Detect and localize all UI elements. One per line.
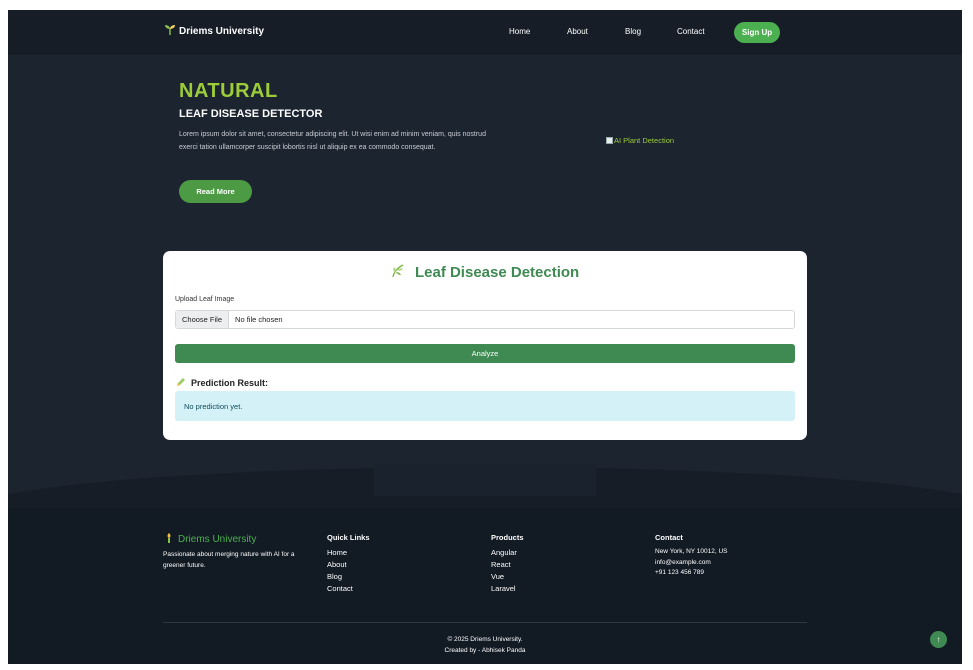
signup-button[interactable]: Sign Up xyxy=(734,22,780,43)
nav-link-contact[interactable]: Contact xyxy=(677,27,705,36)
credit-text: Created by - Abhisek Panda xyxy=(444,646,526,654)
footer-tagline: Passionate about merging nature with AI … xyxy=(163,551,295,569)
hero-subtitle: LEAF DISEASE DETECTOR xyxy=(179,108,323,120)
arrow-up-icon: ↑ xyxy=(936,635,941,644)
footer-brand: Driems University xyxy=(165,533,256,546)
read-more-button[interactable]: Read More xyxy=(179,180,252,203)
torch-icon xyxy=(165,533,173,546)
scroll-to-top-button[interactable]: ↑ xyxy=(930,631,947,648)
contact-phone: +91 123 456 789 xyxy=(655,569,704,576)
product-link-angular[interactable]: Angular xyxy=(491,547,524,559)
sprout-icon xyxy=(165,24,175,38)
product-link-vue[interactable]: Vue xyxy=(491,571,524,583)
choose-file-button[interactable]: Choose File xyxy=(176,311,230,328)
detector-card: Leaf Disease Detection Upload Leaf Image… xyxy=(163,251,807,440)
footer-link-home[interactable]: Home xyxy=(327,547,370,559)
nav-link-home[interactable]: Home xyxy=(509,27,530,36)
prediction-result: No prediction yet. xyxy=(175,391,795,421)
detector-title-text: Leaf Disease Detection xyxy=(414,264,580,281)
page: Driems University Home About Blog Contac… xyxy=(8,10,962,664)
footer-brand-name: Driems University xyxy=(178,534,257,545)
hero-image-alt: AI Plant Detection xyxy=(614,136,675,145)
brand-link[interactable]: Driems University xyxy=(165,24,264,38)
nav-link-blog[interactable]: Blog xyxy=(625,27,641,36)
prediction-heading-text: Prediction Result: xyxy=(191,378,269,388)
pencil-icon xyxy=(176,377,186,389)
product-link-react[interactable]: React xyxy=(491,559,524,571)
prediction-heading: Prediction Result: xyxy=(176,377,268,389)
footer-link-blog[interactable]: Blog xyxy=(327,571,370,583)
footer-copyright: © 2025 Driems University. Created by - A… xyxy=(8,635,962,656)
nav-link-about[interactable]: About xyxy=(567,27,588,36)
footer-link-contact[interactable]: Contact xyxy=(327,583,370,595)
footer-link-about[interactable]: About xyxy=(327,559,370,571)
contact-address: New York, NY 10012, US xyxy=(655,548,728,555)
upload-label: Upload Leaf Image xyxy=(175,296,235,303)
broken-image-icon xyxy=(606,137,613,144)
detector-title: Leaf Disease Detection xyxy=(163,264,807,281)
footer: Driems University Passionate about mergi… xyxy=(8,507,962,664)
leaf-icon xyxy=(391,264,409,281)
hero-title: NATURAL xyxy=(179,80,278,102)
file-input[interactable]: Choose File No file chosen xyxy=(175,310,795,329)
footer-products: Products Angular React Vue Laravel xyxy=(491,533,524,595)
product-link-laravel[interactable]: Laravel xyxy=(491,583,524,595)
analyze-button[interactable]: Analyze xyxy=(175,344,795,363)
brand-name: Driems University xyxy=(179,25,265,37)
contact-email: info@example.com xyxy=(655,558,711,566)
copyright-text: © 2025 Driems University. xyxy=(447,636,523,643)
footer-divider xyxy=(163,622,807,623)
hero-image: AI Plant Detection xyxy=(606,136,674,145)
products-heading: Products xyxy=(491,533,524,542)
file-status: No file chosen xyxy=(235,315,283,324)
navbar: Driems University Home About Blog Contac… xyxy=(8,10,962,55)
footer-quick-links: Quick Links Home About Blog Contact xyxy=(327,533,370,595)
hero-description: Lorem ipsum dolor sit amet, consectetur … xyxy=(179,131,486,151)
contact-heading: Contact xyxy=(655,533,683,542)
footer-contact: Contact New York, NY 10012, US info@exam… xyxy=(655,533,728,579)
quick-links-heading: Quick Links xyxy=(327,533,370,542)
